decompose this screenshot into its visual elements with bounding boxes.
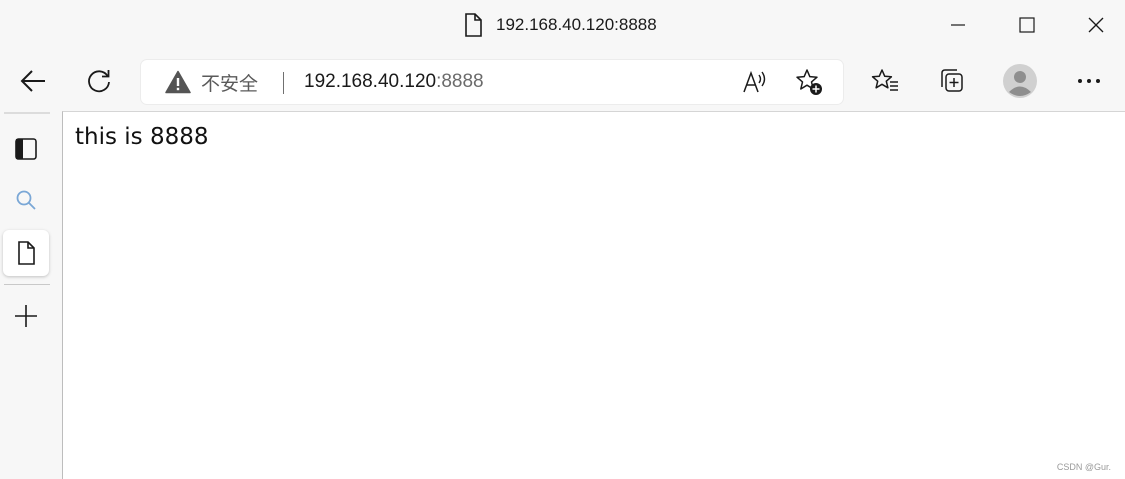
title-bar: 192.168.40.120:8888 [0,0,1125,50]
url-port: :8888 [436,71,484,92]
minimize-icon [950,17,966,33]
add-favorite-button[interactable] [791,64,827,100]
site-security-indicator[interactable]: 不安全 [165,60,258,104]
refresh-button[interactable] [77,59,121,103]
close-icon [1087,16,1105,34]
warning-icon [165,70,191,94]
toolbar: 不安全 192.168.40.120:8888 [0,50,1125,112]
vertical-tabs-sidebar [0,112,62,479]
minimize-button[interactable] [928,0,988,50]
watermark: CSDN @Gur. [1056,462,1111,472]
new-tab-button[interactable] [3,293,49,339]
page-content: this is 8888 CSDN @Gur. [62,111,1125,479]
back-button[interactable] [11,59,55,103]
plus-icon [14,304,38,328]
favorites-icon [871,68,899,94]
sidebar-divider [4,284,50,285]
collections-icon [938,68,964,94]
page-icon [17,241,35,265]
maximize-button[interactable] [997,0,1057,50]
address-bar[interactable]: 不安全 192.168.40.120:8888 [141,60,843,104]
url-text[interactable]: 192.168.40.120:8888 [304,60,484,104]
address-separator [283,72,284,94]
tab-actions-button[interactable] [3,126,49,172]
profile-button[interactable] [998,59,1042,103]
tab-actions-icon [14,137,38,161]
search-icon [15,189,37,211]
search-tabs-button[interactable] [3,177,49,223]
page-icon [464,13,482,37]
settings-more-button[interactable] [1067,59,1111,103]
refresh-icon [86,68,112,94]
close-button[interactable] [1066,0,1125,50]
url-host: 192.168.40.120 [304,71,437,92]
profile-avatar [1003,64,1037,98]
favorites-button[interactable] [863,59,907,103]
vertical-tab-current[interactable] [3,230,49,276]
collections-button[interactable] [929,59,973,103]
window-title: 192.168.40.120:8888 [496,15,657,34]
read-aloud-button[interactable] [737,64,773,100]
maximize-icon [1019,17,1035,33]
read-aloud-icon [742,70,768,94]
back-arrow-icon [19,69,47,93]
sidebar-top-divider [4,112,50,114]
add-favorite-icon [795,68,823,96]
page-body-text: this is 8888 [75,124,209,150]
window-title-group: 192.168.40.120:8888 [464,12,657,38]
security-label: 不安全 [201,73,259,95]
more-icon [1077,78,1101,84]
